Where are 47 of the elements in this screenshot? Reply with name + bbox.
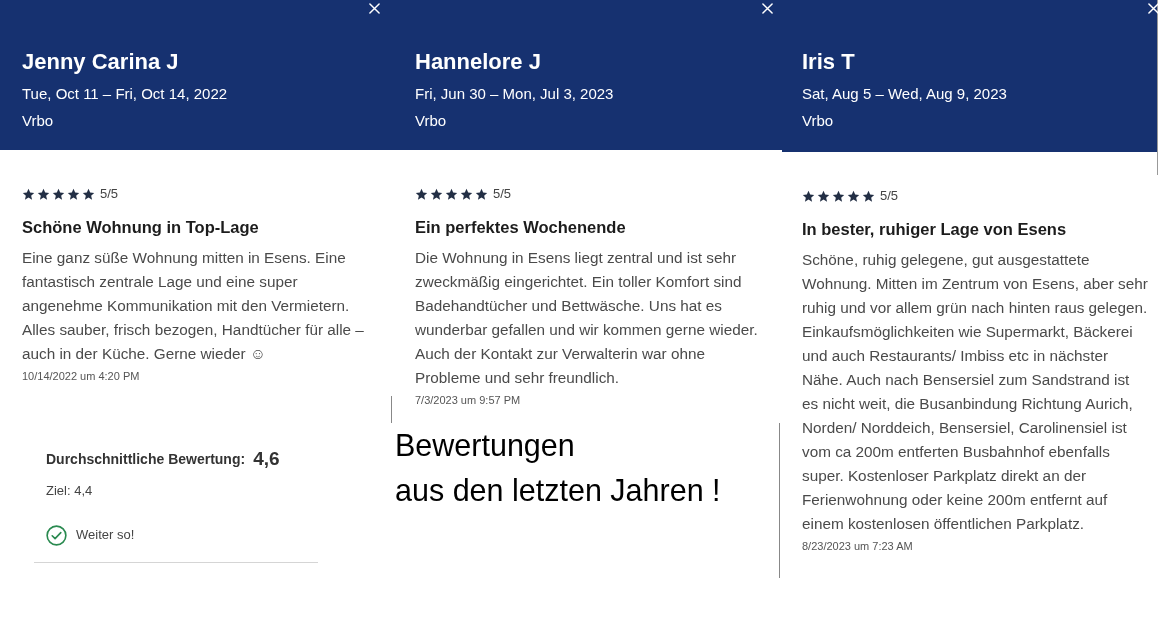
review-title: In bester, ruhiger Lage von Esens [802,219,1068,240]
annotation-text: Bewertungen aus den letzten Jahren ! [394,427,722,509]
review-timestamp: 8/23/2023 um 7:23 AM [802,539,914,554]
review-text: Eine ganz süße Wohnung mitten in Esens. Eine fantastisch zentrale Lage und eine super angenehme Kommunikation mit den Vermietern. Alles sauber, frisch bezogen, Handtücher für alle – auch in der Küche. Gerne wieder ☺ [22,248,365,364]
reviewer-name: Hannelore J [415,48,542,76]
star-icon [52,187,65,201]
stay-dates: Fri, Jun 30 – Mon, Jul 3, 2023 [415,84,615,104]
star-icon [430,187,443,201]
star-icon [445,187,458,201]
source-label: Vrbo [802,111,835,131]
star-icon [460,187,473,201]
target-rating: Ziel: 4,4 [46,482,94,500]
stay-dates: Sat, Aug 5 – Wed, Aug 9, 2023 [802,84,1008,104]
status-text: Weiter so! [76,526,135,545]
close-icon [762,3,773,14]
star-icon [475,187,488,201]
review-title: Schöne Wohnung in Top-Lage [22,217,260,238]
star-icon [67,187,80,201]
close-button[interactable] [760,1,775,16]
review-timestamp: 7/3/2023 um 9:57 PM [415,393,522,408]
review-text: Die Wohnung in Esens liegt zentral und ist sehr zweckmäßig eingerichtet. Ein toller Komfort sind Badehandtücher und Bettwäsche. Uns hat es wunderbar gefallen und wir kommen gerne wieder. Auch der Kontakt zur Verwalterin war ohne Probleme und sehr freundlich. [415,248,759,388]
star-icon [862,189,875,203]
star-icon [415,187,428,201]
star-icon [82,187,95,201]
source-label: Vrbo [415,111,448,131]
star-icon [802,189,815,203]
stay-dates: Tue, Oct 11 – Fri, Oct 14, 2022 [22,84,229,104]
average-rating-label: Durchschnittliche Bewertung: [46,449,246,469]
star-icon [37,187,50,201]
star-icon [817,189,830,203]
rating-score: 5/5 [880,187,899,205]
source-label: Vrbo [22,111,55,131]
star-icon [832,189,845,203]
close-button[interactable] [1146,1,1160,16]
review-text: Schöne, ruhig gelegene, gut ausgestattete Wohnung. Mitten im Zentrum von Esens, aber sehr ruhig und vor allem grün nach hinten raus gelegen. Einkaufsmöglichkeiten wie Supermarkt, Bäckerei und auch Restaurants/ Imbiss etc in nächster Nähe. Auch nach Bensersiel zum Sandstrand ist es nicht weit, die Busanbindung Richtung Aurich, Norden/ Norddeich, Bensersiel, Carolinensiel ist vom ca 200m entferten Busbahnhof ebenfalls super. Kostenloser Parkplatz direkt an der Ferienwohnung oder keine 200m entfernt auf einem kostenlosen öffentlichen Parkplatz. [802,250,1149,534]
rating-score: 5/5 [100,185,119,203]
close-button[interactable] [367,1,382,16]
star-icon [847,189,860,203]
star-icon [22,187,35,201]
close-icon [369,3,380,14]
check-circle-icon [46,524,67,546]
review-title: Ein perfektes Wochenende [415,217,627,238]
review-timestamp: 10/14/2022 um 4:20 PM [22,369,141,384]
reviewer-name: Iris T [802,48,856,76]
average-rating-value: 4,6 [253,446,280,471]
rating-score: 5/5 [493,185,512,203]
reviewer-name: Jenny Carina J [22,48,180,76]
